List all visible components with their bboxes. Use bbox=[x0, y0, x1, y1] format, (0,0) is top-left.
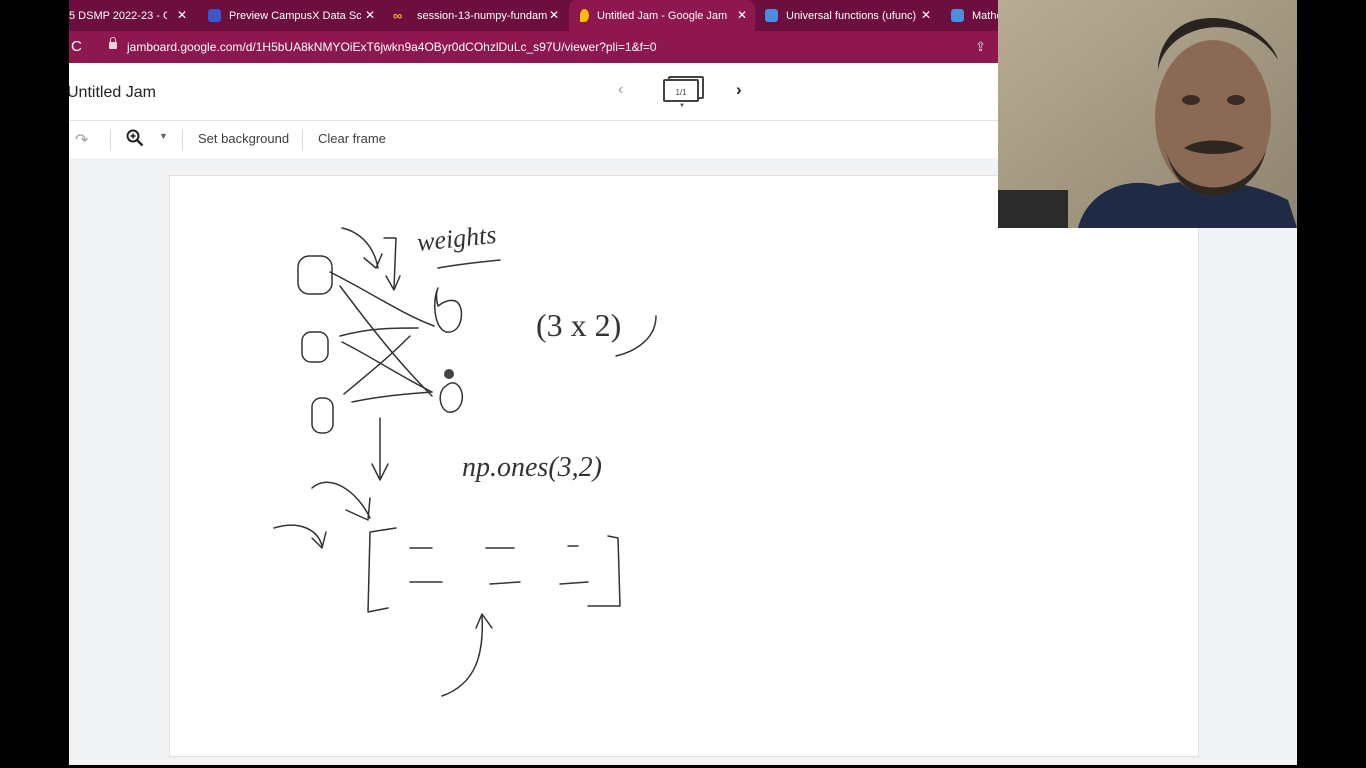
shape-label: (3 x 2) bbox=[536, 307, 621, 343]
browser-tab-5[interactable]: Universal functions (ufunc) ✕ bbox=[759, 0, 939, 31]
shape-underline-curve bbox=[615, 315, 657, 357]
browser-tab-1[interactable]: 5 DSMP 2022-23 - G ✕ bbox=[69, 0, 195, 31]
numpy-favicon-icon bbox=[765, 9, 778, 22]
curved-arrow bbox=[311, 481, 371, 519]
connection-line bbox=[351, 391, 433, 403]
frame-thumbnail-icon[interactable]: 1/1 bbox=[663, 79, 699, 102]
weights-underline bbox=[437, 259, 501, 269]
input-node-2 bbox=[301, 331, 329, 363]
handwriting-ink: weights (3 x 2) np.ones(3,2) bbox=[273, 220, 657, 697]
colab-favicon-icon: ∞ bbox=[393, 8, 403, 23]
chevron-left-icon[interactable]: ‹ bbox=[618, 81, 623, 99]
output-node-1 bbox=[433, 287, 463, 333]
lock-icon[interactable] bbox=[109, 37, 117, 49]
close-tab-icon[interactable]: ✕ bbox=[549, 8, 559, 22]
tab-title: Preview CampusX Data Scie bbox=[229, 9, 361, 22]
arrow-head bbox=[475, 613, 493, 629]
arrow-head bbox=[345, 497, 371, 521]
input-node-3 bbox=[311, 397, 334, 434]
close-tab-icon[interactable]: ✕ bbox=[921, 8, 931, 22]
address-bar: C jamboard.google.com/d/1H5bUA8kNMYOiExT… bbox=[69, 31, 998, 63]
arrow-head bbox=[385, 275, 401, 291]
browser-tab-4-active[interactable]: Untitled Jam - Google Jamb ✕ bbox=[569, 0, 755, 31]
connection-line bbox=[329, 271, 435, 327]
webcam-overlay bbox=[998, 0, 1297, 228]
tab-title: 5 DSMP 2022-23 - G bbox=[69, 9, 167, 22]
code-label: np.ones(3,2) bbox=[462, 452, 602, 483]
connection-line bbox=[339, 327, 419, 337]
cursor-dot bbox=[444, 369, 454, 379]
toolbar-divider bbox=[182, 129, 183, 151]
curved-arrow bbox=[341, 227, 379, 269]
jamboard-toolbar: ↷ ▼ Set background Clear frame bbox=[69, 121, 998, 158]
arrow-head bbox=[363, 253, 383, 269]
matrix-entry bbox=[489, 581, 521, 585]
output-node-2 bbox=[439, 382, 464, 413]
set-background-button[interactable]: Set background bbox=[198, 131, 289, 146]
curved-arrow bbox=[273, 524, 323, 547]
matrix-entry bbox=[559, 581, 589, 585]
tab-title: Mathe bbox=[972, 9, 998, 22]
input-node-1 bbox=[297, 255, 333, 295]
campusx-favicon-icon bbox=[208, 9, 221, 22]
jam-canvas[interactable]: weights (3 x 2) np.ones(3,2) bbox=[169, 175, 1199, 757]
chevron-right-icon[interactable]: › bbox=[736, 80, 742, 100]
toolbar-divider bbox=[302, 129, 303, 151]
tab-title: session-13-numpy-fundam bbox=[417, 9, 548, 22]
presenter-video bbox=[998, 0, 1297, 228]
close-tab-icon[interactable]: ✕ bbox=[177, 8, 187, 22]
browser-tab-3[interactable]: ∞ session-13-numpy-fundam ✕ bbox=[387, 0, 567, 31]
numpy-favicon-icon bbox=[951, 9, 964, 22]
zoom-dropdown-icon[interactable]: ▼ bbox=[159, 131, 168, 141]
jam-title[interactable]: Untitled Jam bbox=[69, 84, 156, 102]
tab-title: Untitled Jam - Google Jamb bbox=[597, 9, 727, 22]
browser-tab-strip: 5 DSMP 2022-23 - G ✕ Preview CampusX Dat… bbox=[69, 0, 998, 31]
frame-caret-icon[interactable]: ▼ bbox=[679, 103, 685, 109]
connection-line bbox=[343, 335, 411, 395]
matrix-right-bracket bbox=[587, 535, 621, 607]
browser-tab-6[interactable]: Mathe bbox=[945, 0, 998, 31]
jamboard-header: Untitled Jam ‹ 1/1 ▼ › bbox=[69, 63, 998, 121]
frame-indicator: 1/1 bbox=[675, 88, 687, 97]
matrix-left-bracket bbox=[367, 527, 397, 613]
close-tab-icon[interactable]: ✕ bbox=[365, 8, 375, 22]
reload-icon[interactable]: C bbox=[71, 38, 82, 55]
share-icon[interactable]: ⇪ bbox=[975, 39, 986, 55]
redo-icon[interactable]: ↷ bbox=[75, 130, 88, 150]
arrow-stem bbox=[383, 237, 397, 289]
browser-tab-2[interactable]: Preview CampusX Data Scie ✕ bbox=[200, 0, 383, 31]
weights-label: weights bbox=[416, 220, 498, 257]
toolbar-divider bbox=[110, 129, 111, 151]
zoom-in-icon[interactable] bbox=[126, 129, 144, 147]
jamboard-favicon-icon bbox=[580, 9, 589, 22]
url-field[interactable]: jamboard.google.com/d/1H5bUA8kNMYOiExT6j… bbox=[127, 40, 657, 54]
clear-frame-button[interactable]: Clear frame bbox=[318, 131, 386, 146]
close-tab-icon[interactable]: ✕ bbox=[737, 8, 747, 22]
tab-title: Universal functions (ufunc) bbox=[786, 9, 916, 22]
